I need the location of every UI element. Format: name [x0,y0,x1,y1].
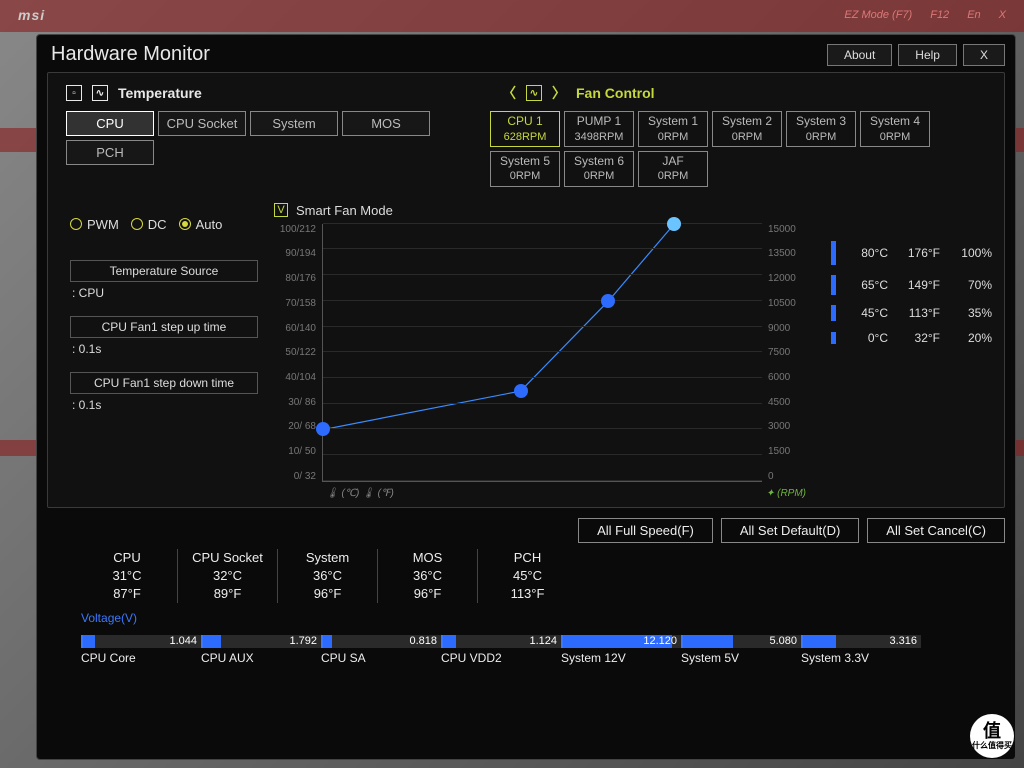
curve-point-0[interactable] [316,422,330,436]
step-down-label[interactable]: CPU Fan1 step down time [70,372,258,394]
temp-units: 🌡 (℃) 🌡 (℉) [326,488,394,499]
fan-tab-jaf[interactable]: JAF0RPM [638,151,708,187]
fan-tab-system-1[interactable]: System 10RPM [638,111,708,147]
status-temps: CPU31°C87°FCPU Socket32°C89°FSystem36°C9… [37,549,1015,610]
legend-row-2[interactable]: 45°C113°F35% [822,305,992,321]
smzdm-watermark: 值 什么值得买 [970,714,1014,758]
step-down-value: : 0.1s [70,394,258,428]
window-title: Hardware Monitor [51,43,210,66]
temp-wave-icon: ∿ [92,85,108,101]
chevron-right-icon[interactable]: 〈 [552,83,566,103]
collapse-icon[interactable]: ▫ [66,85,82,101]
fan-tab-pump-1[interactable]: PUMP 13498RPM [564,111,634,147]
screenshot-hint[interactable]: F12 [930,9,949,21]
legend-row-0[interactable]: 80°C176°F100% [822,241,992,265]
status-cpu-socket: CPU Socket32°C89°F [177,549,277,604]
fan-tab-system-3[interactable]: System 30RPM [786,111,856,147]
rpm-unit: ✦ (RPM) [766,488,806,499]
chevron-left-icon[interactable]: 〈 [502,83,516,103]
voltage-system-12v: 12.120System 12V [561,635,681,665]
status-mos: MOS36°C96°F [377,549,477,604]
temp-tab-cpu-socket[interactable]: CPU Socket [158,111,246,136]
fan-curve-chart[interactable] [322,224,762,482]
step-up-label[interactable]: CPU Fan1 step up time [70,316,258,338]
voltage-cpu-core: 1.044CPU Core [81,635,201,665]
bios-top-strip: msi EZ Mode (F7) F12 En X [18,3,1006,27]
curve-point-2[interactable] [601,294,615,308]
temp-tab-mos[interactable]: MOS [342,111,430,136]
status-pch: PCH45°C113°F [477,549,577,604]
fan-control-section-label: Fan Control [576,85,655,101]
about-button[interactable]: About [827,44,892,66]
voltage-row: 1.044CPU Core1.792CPU AUX0.818CPU SA1.12… [37,629,1015,669]
smart-fan-checkbox[interactable]: V Smart Fan Mode [274,203,810,218]
fan-tab-system-4[interactable]: System 40RPM [860,111,930,147]
fan-wave-icon: ∿ [526,85,542,101]
check-icon: V [274,203,288,217]
chart-right-axis: 1500013500120001050090007500600045003000… [762,224,810,482]
lang-indicator[interactable]: En [967,9,980,21]
voltage-cpu-sa: 0.818CPU SA [321,635,441,665]
close-button[interactable]: X [963,44,1005,66]
voltage-system-5v: 5.080System 5V [681,635,801,665]
mode-pwm-radio[interactable]: PWM [70,217,119,232]
temp-tab-system[interactable]: System [250,111,338,136]
all-full-speed-button[interactable]: All Full Speed(F) [578,518,713,543]
fan-curve-legend: 80°C176°F100% 65°C149°F70% 45°C113°F35% 0°C… [816,201,998,499]
brand-logo: msi [18,7,45,23]
outer-close[interactable]: X [999,9,1006,21]
status-system: System36°C96°F [277,549,377,604]
voltage-cpu-vdd2: 1.124CPU VDD2 [441,635,561,665]
voltage-system-3.3v: 3.316System 3.3V [801,635,921,665]
temp-source-label[interactable]: Temperature Source [70,260,258,282]
step-up-value: : 0.1s [70,338,258,372]
status-cpu: CPU31°C87°F [77,549,177,604]
temp-tab-pch[interactable]: PCH [66,140,154,165]
all-set-default-button[interactable]: All Set Default(D) [721,518,859,543]
temp-tab-cpu[interactable]: CPU [66,111,154,136]
chart-left-axis: 100/21290/19480/17670/15860/14050/12240/… [270,224,322,482]
hardware-monitor-window: Hardware Monitor About Help X ▫ ∿ Temper… [36,34,1016,760]
legend-row-1[interactable]: 65°C149°F70% [822,275,992,295]
all-set-cancel-button[interactable]: All Set Cancel(C) [867,518,1005,543]
ez-mode-hint[interactable]: EZ Mode (F7) [844,9,912,21]
fan-tab-system-2[interactable]: System 20RPM [712,111,782,147]
curve-point-3[interactable] [667,217,681,231]
curve-point-1[interactable] [514,384,528,398]
fan-tab-system-6[interactable]: System 60RPM [564,151,634,187]
temperature-section-label: Temperature [118,85,202,101]
voltage-section-label: Voltage(V) [37,609,1015,629]
mode-dc-radio[interactable]: DC [131,217,167,232]
fan-tab-system-5[interactable]: System 50RPM [490,151,560,187]
fan-tab-cpu-1[interactable]: CPU 1628RPM [490,111,560,147]
mode-auto-radio[interactable]: Auto [179,217,223,232]
help-button[interactable]: Help [898,44,957,66]
temp-source-value: : CPU [70,282,258,316]
legend-row-3[interactable]: 0°C32°F20% [822,331,992,345]
voltage-cpu-aux: 1.792CPU AUX [201,635,321,665]
